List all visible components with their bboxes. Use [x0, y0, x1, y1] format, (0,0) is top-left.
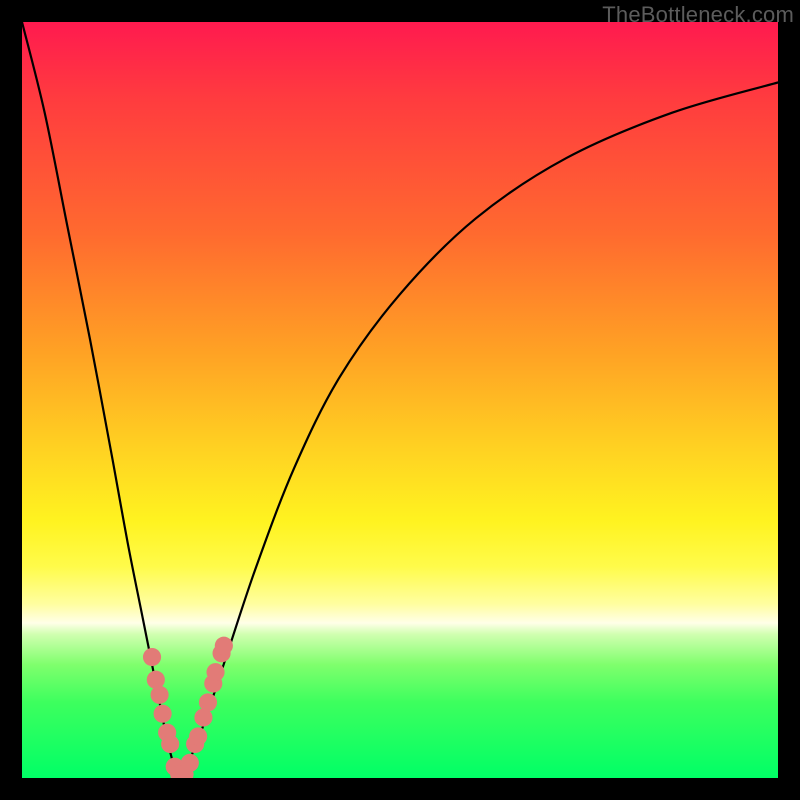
curve-marker [189, 727, 207, 745]
curve-marker [143, 648, 161, 666]
watermark-text: TheBottleneck.com [602, 2, 794, 28]
curve-marker [161, 735, 179, 753]
curve-marker [147, 671, 165, 689]
plot-area [22, 22, 778, 778]
curve-marker [206, 663, 224, 681]
chart-frame: TheBottleneck.com [0, 0, 800, 800]
curve-marker [181, 754, 199, 772]
curve-marker [151, 686, 169, 704]
curve-marker [199, 693, 217, 711]
curve-svg [22, 22, 778, 778]
curve-marker [154, 705, 172, 723]
curve-marker [215, 637, 233, 655]
bottleneck-curve [22, 22, 778, 778]
